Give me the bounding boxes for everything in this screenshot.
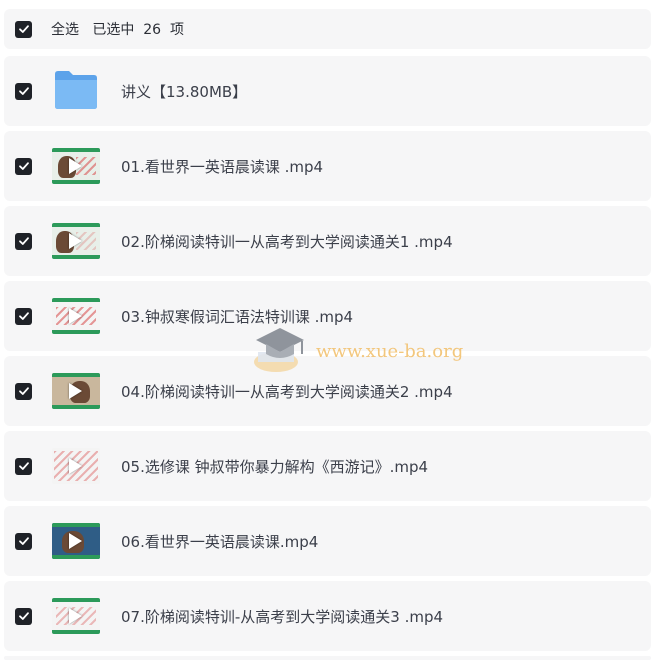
graduation-cap-icon (250, 322, 308, 380)
select-all-label[interactable]: 全选 已选中 26 项 (51, 19, 184, 39)
watermark-text: www.xue-ba.org (316, 340, 464, 362)
file-name: 04.阶梯阅读特训一从高考到大学阅读通关2 .mp4 (121, 382, 453, 401)
item-checkbox[interactable] (15, 607, 32, 625)
list-item[interactable] (4, 656, 651, 660)
file-name: 05.选修课 钟叔带你暴力解构《西游记》.mp4 (121, 457, 429, 476)
list-item[interactable]: 07.阶梯阅读特训-从高考到大学阅读通关3 .mp4 (4, 581, 651, 651)
checkmark-icon (18, 612, 29, 620)
play-icon (69, 608, 82, 624)
video-thumbnail (52, 448, 100, 484)
checkmark-icon (18, 87, 29, 95)
file-name: 讲义【13.80MB】 (121, 82, 248, 101)
file-name: 01.看世界一英语晨读课 .mp4 (121, 157, 324, 176)
item-checkbox[interactable] (15, 382, 32, 400)
list-item[interactable]: 02.阶梯阅读特训一从高考到大学阅读通关1 .mp4 (4, 206, 651, 276)
checkmark-icon (18, 387, 29, 395)
watermark: www.xue-ba.org (250, 322, 463, 380)
item-checkbox[interactable] (15, 82, 32, 100)
play-icon (69, 158, 82, 174)
selected-count-text: 已选中 26 项 (92, 22, 184, 38)
checkmark-icon (18, 25, 29, 33)
item-checkbox[interactable] (15, 307, 32, 325)
checkmark-icon (18, 237, 29, 245)
file-name: 06.看世界一英语晨读课.mp4 (121, 532, 319, 551)
video-thumbnail (52, 373, 100, 409)
list-item[interactable]: 05.选修课 钟叔带你暴力解构《西游记》.mp4 (4, 431, 651, 501)
play-icon (69, 383, 82, 399)
play-icon (69, 233, 82, 249)
play-icon (69, 533, 82, 549)
video-thumbnail (52, 298, 100, 334)
play-icon (69, 458, 82, 474)
item-checkbox[interactable] (15, 157, 32, 175)
list-item[interactable]: 讲义【13.80MB】 (4, 56, 651, 126)
video-thumbnail (52, 223, 100, 259)
video-thumbnail (52, 148, 100, 184)
video-thumbnail (52, 598, 100, 634)
checkmark-icon (18, 462, 29, 470)
play-icon (69, 308, 82, 324)
item-checkbox[interactable] (15, 532, 32, 550)
checkmark-icon (18, 537, 29, 545)
folder-icon (53, 68, 103, 109)
list-item[interactable]: 01.看世界一英语晨读课 .mp4 (4, 131, 651, 201)
item-checkbox[interactable] (15, 457, 32, 475)
list-item[interactable]: 06.看世界一英语晨读课.mp4 (4, 506, 651, 576)
select-all-checkbox[interactable] (15, 20, 32, 38)
select-all-bar: 全选 已选中 26 项 (4, 9, 651, 49)
checkmark-icon (18, 162, 29, 170)
item-checkbox[interactable] (15, 232, 32, 250)
file-name: 02.阶梯阅读特训一从高考到大学阅读通关1 .mp4 (121, 232, 453, 251)
video-thumbnail (52, 523, 100, 559)
file-name: 07.阶梯阅读特训-从高考到大学阅读通关3 .mp4 (121, 607, 444, 626)
checkmark-icon (18, 312, 29, 320)
